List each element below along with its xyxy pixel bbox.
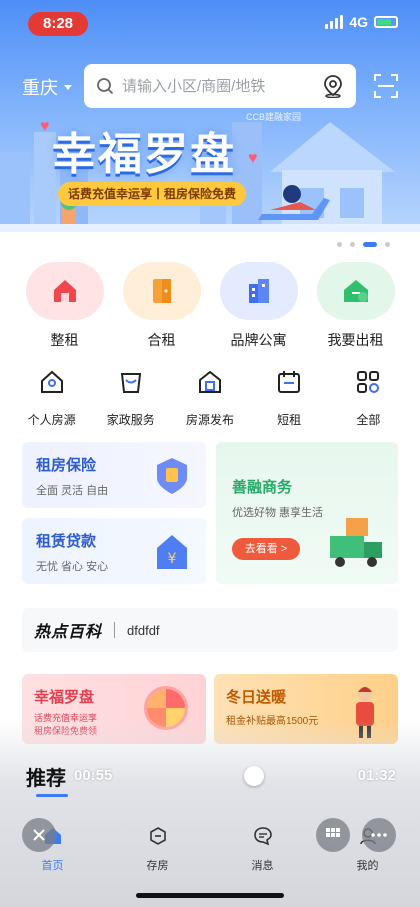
banner-tagline: 话费充值幸运享丨租房保险免费 (58, 182, 247, 206)
location-search-bar: 重庆 (0, 64, 420, 108)
rental-loan-card[interactable]: 租赁贷款 无忧 省心 安心 ¥ (22, 518, 206, 584)
search-box[interactable] (84, 64, 356, 108)
city-label: 重庆 (22, 78, 58, 98)
hero-banner[interactable]: 8:28 4G 重庆 CCB建融家园 ♥ ♥ 幸福罗盘 话费充值幸运享丨租房保险… (0, 0, 420, 232)
nav-housekeeping[interactable]: 家政服务 (95, 368, 167, 428)
nav-label: 我要出租 (327, 332, 384, 348)
nav-list-for-rent[interactable]: 我要出租 (313, 262, 399, 350)
rental-insurance-card[interactable]: 租房保险 全面 灵活 自由 (22, 442, 206, 508)
nav-shared-rent[interactable]: 合租 (119, 262, 205, 350)
carousel-indicator (337, 242, 390, 247)
tab-label: 存房 (146, 860, 169, 872)
nav-brand-apartment[interactable]: 品牌公寓 (216, 262, 302, 350)
heart-icon: ♥ (40, 118, 50, 135)
door-icon (122, 262, 201, 320)
caret-down-icon (64, 84, 72, 90)
overlay-fade (0, 720, 420, 907)
heart-icon: ♥ (248, 150, 258, 167)
total-time: 01:32 (357, 767, 396, 784)
search-icon (97, 78, 114, 95)
more-options-button[interactable] (362, 818, 396, 852)
brand-logo-text: CCB建融家园 (246, 112, 302, 122)
close-overlay-button[interactable] (22, 818, 56, 852)
seek-slider-knob[interactable] (244, 766, 264, 786)
tab-label: 消息 (251, 860, 274, 872)
more-dots-icon (371, 833, 387, 837)
home-indicator (136, 893, 284, 898)
tab-deposit[interactable]: 存房 (123, 820, 193, 876)
grid-menu-icon (326, 828, 340, 837)
calendar-icon (278, 371, 301, 393)
nav-label: 家政服务 (106, 413, 155, 427)
grid-icon (357, 371, 380, 393)
nav-short-rent[interactable]: 短租 (253, 368, 325, 428)
nav-label: 短租 (277, 413, 302, 427)
shield-icon (157, 458, 187, 494)
map-pin-icon[interactable] (322, 74, 344, 98)
house-yen-icon: ¥ (157, 535, 187, 569)
go-see-button[interactable]: 去看看 > (232, 538, 300, 560)
card-title: 善融商务 (232, 479, 293, 496)
tab-label: 我的 (356, 860, 379, 872)
hot-topics-text: dfdfdf (127, 622, 160, 638)
nav-all[interactable]: 全部 (332, 368, 404, 428)
building-icon (219, 262, 298, 320)
hot-topics-bar[interactable]: 热点百科 dfdfdf (22, 608, 398, 652)
bucket-icon (120, 373, 141, 393)
network-label: 4G (349, 14, 368, 30)
svg-text:¥: ¥ (168, 551, 177, 567)
primary-nav: 整租 合租 品牌公寓 我要出租 (0, 262, 420, 350)
nav-personal-listings[interactable]: 个人房源 (16, 368, 88, 428)
chat-icon (253, 827, 272, 846)
shanrong-shop-card[interactable]: 善融商务 优选好物 惠享生活 去看看 > (216, 442, 398, 584)
personal-house-icon (40, 370, 63, 393)
service-cards: 租房保险 全面 灵活 自由 租赁贷款 无忧 省心 安心 ¥ 善融商务 优选好物 … (22, 442, 398, 584)
nav-label: 全部 (356, 413, 381, 427)
publish-house-icon (198, 370, 221, 393)
active-tab-underline (36, 794, 68, 797)
delivery-truck-icon (330, 518, 382, 567)
signal-icon (325, 15, 344, 29)
section-tab-recommend[interactable]: 推荐 (26, 762, 66, 791)
divider (114, 622, 116, 638)
tab-messages[interactable]: 消息 (228, 820, 298, 876)
nav-label: 个人房源 (27, 413, 76, 427)
nav-whole-rent[interactable]: 整租 (22, 262, 108, 350)
nav-label: 合租 (147, 332, 176, 348)
house-icon (25, 262, 104, 320)
bottom-tab-bar: 首页 存房 消息 我的 (0, 820, 420, 876)
city-selector[interactable]: 重庆 (22, 74, 72, 100)
tab-label: 首页 (41, 860, 64, 872)
battery-icon (374, 16, 398, 28)
current-time: 00:55 (74, 767, 113, 784)
status-bar: 8:28 4G (0, 10, 420, 38)
hot-topics-title: 热点百科 (34, 624, 103, 641)
nav-label: 房源发布 (185, 413, 234, 427)
scan-icon[interactable] (372, 72, 400, 100)
search-input[interactable] (122, 77, 322, 95)
banner-title: 幸福罗盘 (52, 129, 236, 180)
secondary-nav: 个人房源 家政服务 房源发布 短租 全部 (0, 368, 420, 428)
close-icon (33, 829, 45, 841)
minus-circle-icon (149, 827, 166, 845)
grid-menu-button[interactable] (316, 818, 350, 852)
video-player-bar: 推荐 00:55 01:32 (0, 750, 420, 810)
nav-publish-listing[interactable]: 房源发布 (174, 368, 246, 428)
nav-label: 品牌公寓 (230, 332, 287, 348)
status-time: 8:28 (28, 12, 88, 36)
house-plus-icon (316, 262, 395, 320)
nav-label: 整租 (50, 332, 79, 348)
